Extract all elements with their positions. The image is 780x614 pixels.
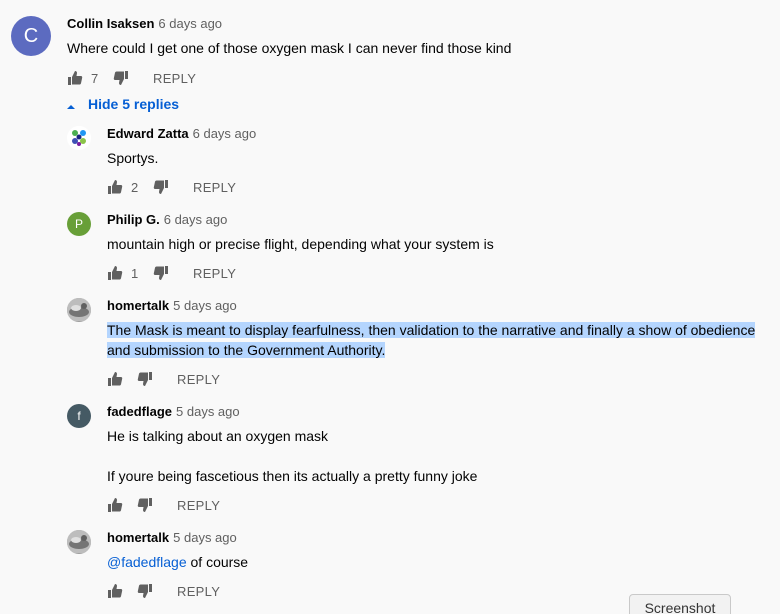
reply-header: homertalk 5 days ago xyxy=(107,297,237,315)
reply-text: @fadedflage of course xyxy=(107,552,248,572)
reply-author[interactable]: homertalk xyxy=(107,298,169,313)
thumbs-up-icon[interactable] xyxy=(107,497,123,513)
reply-button[interactable]: REPLY xyxy=(177,372,220,387)
reply-text: He is talking about an oxygen mask If yo… xyxy=(107,426,477,486)
reply-button[interactable]: REPLY xyxy=(177,584,220,599)
thumbs-up-icon[interactable] xyxy=(107,179,123,195)
reply-text: mountain high or precise flight, dependi… xyxy=(107,236,494,252)
reply-time[interactable]: 6 days ago xyxy=(164,212,228,227)
reply-time[interactable]: 5 days ago xyxy=(173,298,237,313)
reply-actions: REPLY xyxy=(107,495,220,515)
reply-text-rest: of course xyxy=(186,554,249,570)
avatar[interactable]: f xyxy=(67,404,91,428)
comment-text: Where could I get one of those oxygen ma… xyxy=(67,40,512,56)
thumbs-up-icon[interactable] xyxy=(67,70,83,86)
comment-time[interactable]: 6 days ago xyxy=(158,16,222,31)
photo-avatar-icon xyxy=(67,298,91,322)
thumbs-down-icon[interactable] xyxy=(137,583,153,599)
avatar[interactable]: C xyxy=(11,16,51,56)
thumbs-down-icon[interactable] xyxy=(137,497,153,513)
like-count: 2 xyxy=(131,179,139,195)
reply-header: Edward Zatta 6 days ago xyxy=(107,125,256,143)
thumbs-down-icon[interactable] xyxy=(137,371,153,387)
avatar[interactable]: P xyxy=(67,212,91,236)
avatar[interactable] xyxy=(67,126,91,150)
reply-button[interactable]: REPLY xyxy=(193,180,236,195)
reply-time[interactable]: 5 days ago xyxy=(173,530,237,545)
thumbs-down-icon[interactable] xyxy=(113,70,129,86)
thumbs-down-icon[interactable] xyxy=(153,265,169,281)
cartoon-avatar-icon xyxy=(67,126,91,150)
reply-text-line: He is talking about an oxygen mask xyxy=(107,428,329,444)
comments-thread: C Collin Isaksen 6 days ago Where could I… xyxy=(0,0,780,614)
like-count: 7 xyxy=(91,70,99,86)
reply-button[interactable]: REPLY xyxy=(193,266,236,281)
reply-time[interactable]: 6 days ago xyxy=(193,126,257,141)
comment-actions: 7 REPLY xyxy=(67,68,196,88)
highlighted-text: The Mask is meant to display fearfulness… xyxy=(107,322,756,338)
avatar[interactable] xyxy=(67,298,91,322)
highlighted-text: and submission to the Government Authori… xyxy=(107,342,386,358)
caret-up-icon xyxy=(66,99,76,109)
reply-text-line: If youre being fascetious then its actua… xyxy=(107,468,478,484)
reply-actions: REPLY xyxy=(107,581,220,601)
reply-time[interactable]: 5 days ago xyxy=(176,404,240,419)
avatar-letter: P xyxy=(74,217,83,231)
thumbs-up-icon[interactable] xyxy=(107,371,123,387)
reply-author[interactable]: Edward Zatta xyxy=(107,126,189,141)
reply-header: homertalk 5 days ago xyxy=(107,529,237,547)
reply-actions: REPLY xyxy=(107,369,220,389)
avatar-letter: f xyxy=(77,409,81,423)
reply-button[interactable]: REPLY xyxy=(177,498,220,513)
reply-author[interactable]: fadedflage xyxy=(107,404,172,419)
reply-actions: 1 REPLY xyxy=(107,263,236,283)
photo-avatar-icon xyxy=(67,530,91,554)
mention-link[interactable]: @fadedflage xyxy=(107,554,187,570)
reply-text: The Mask is meant to display fearfulness… xyxy=(107,320,756,360)
thumbs-up-icon[interactable] xyxy=(107,583,123,599)
thumbs-up-icon[interactable] xyxy=(107,265,123,281)
comment-header: Collin Isaksen 6 days ago xyxy=(67,15,222,33)
avatar[interactable] xyxy=(67,530,91,554)
comment-author[interactable]: Collin Isaksen xyxy=(67,16,154,31)
reply-author[interactable]: homertalk xyxy=(107,530,169,545)
reply-header: Philip G. 6 days ago xyxy=(107,211,227,229)
reply-button[interactable]: REPLY xyxy=(153,71,196,86)
like-count: 1 xyxy=(131,265,139,281)
reply-text: Sportys. xyxy=(107,150,159,166)
reply-author[interactable]: Philip G. xyxy=(107,212,160,227)
hide-replies-label: Hide 5 replies xyxy=(88,96,180,112)
screenshot-button[interactable]: Screenshot xyxy=(629,594,731,614)
hide-replies-button[interactable]: Hide 5 replies xyxy=(66,96,179,112)
thumbs-down-icon[interactable] xyxy=(153,179,169,195)
avatar-letter: C xyxy=(23,24,39,47)
reply-actions: 2 REPLY xyxy=(107,177,236,197)
reply-header: fadedflage 5 days ago xyxy=(107,403,240,421)
